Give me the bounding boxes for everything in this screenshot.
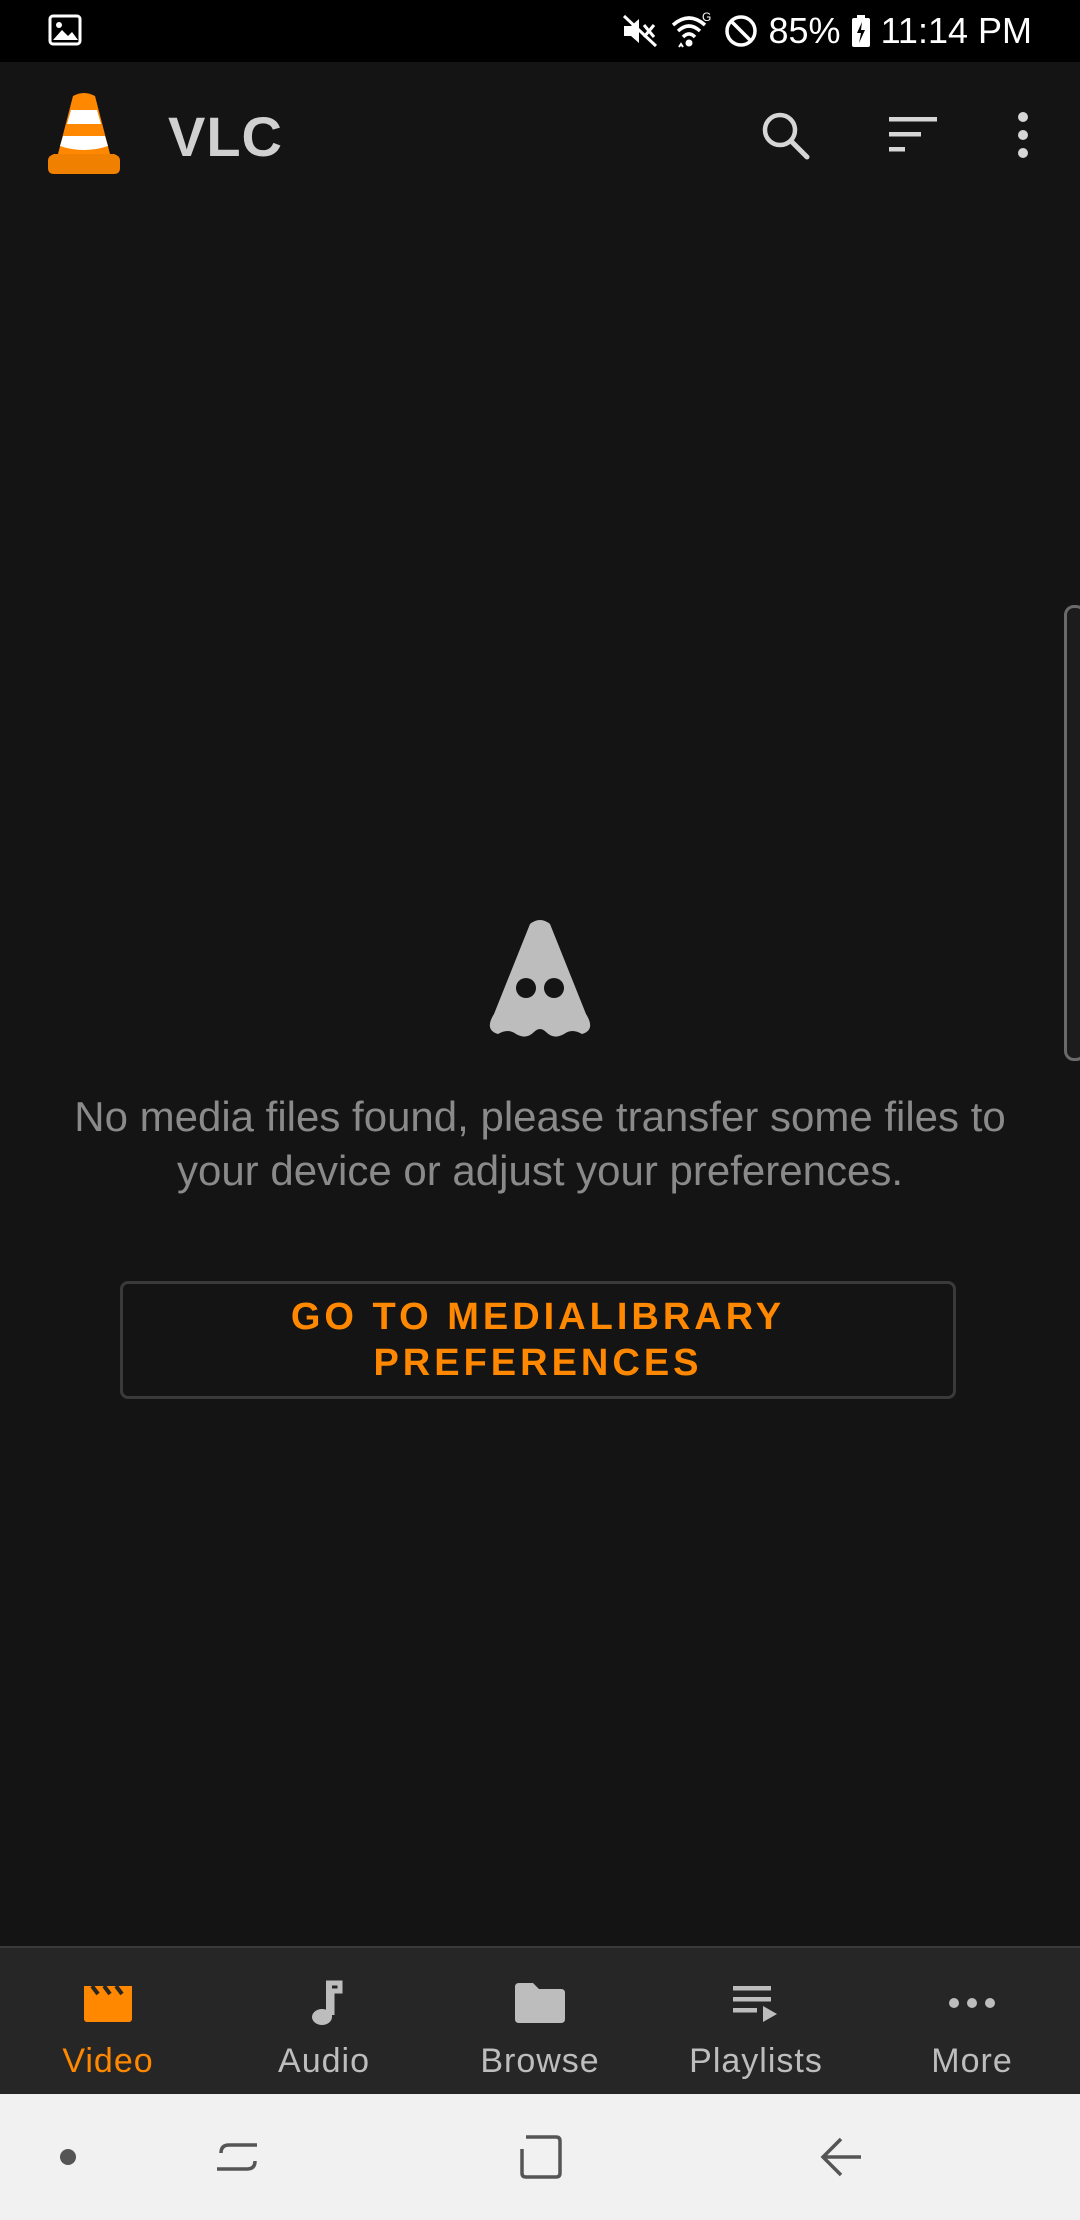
more-vert-icon [1015,111,1031,164]
empty-ghost-cone-icon [478,918,602,1040]
status-bar: G 85% 11:14 PM [0,0,1080,62]
music-note-icon [296,1978,352,2028]
nav-label-audio: Audio [278,2042,370,2080]
folder-icon [512,1978,568,2028]
vlc-logo-icon [44,92,124,176]
search-icon [759,109,811,166]
nav-item-video[interactable]: Video [0,1948,216,2096]
clock: 11:14 PM [880,10,1032,51]
pref-button-label-line1: GO TO MEDIALIBRARY [290,1296,786,1338]
nav-item-playlists[interactable]: Playlists [648,1948,864,2096]
nav-label-browse: Browse [480,2042,600,2080]
scroll-handle[interactable] [1064,605,1080,1061]
nav-item-browse[interactable]: Browse [432,1948,648,2096]
status-icons: G 85% 11:14 PM [621,0,1032,62]
battery-percent: 85% [768,10,841,51]
back-icon[interactable] [812,2127,872,2187]
wifi-icon: G [669,11,713,51]
sort-button[interactable] [878,102,948,172]
empty-message: No media files found, please transfer so… [74,1093,1006,1194]
nav-item-audio[interactable]: Audio [216,1948,432,2096]
nav-label-playlists: Playlists [689,2042,823,2080]
bottom-navigation: Video Audio Browse Playlists More [0,1946,1080,2096]
playlist-icon [728,1978,784,2028]
nav-label-video: Video [62,2042,154,2080]
gallery-icon [48,14,82,46]
nav-label-more: More [931,2042,1013,2080]
app-title: VLC [168,105,283,168]
recents-icon[interactable] [208,2127,268,2187]
video-clapper-icon [80,1978,136,2028]
screen: G 85% 11:14 PM VLC No media files found,… [0,0,1080,2220]
nav-item-more[interactable]: More [864,1948,1080,2096]
search-button[interactable] [750,102,820,172]
do-not-disturb-icon [723,13,759,49]
mute-icon [621,14,659,48]
svg-text:G: G [702,11,711,24]
system-navigation-bar [0,2094,1080,2220]
sort-icon [887,115,939,160]
dot-indicator [38,2127,98,2187]
pref-button-label: GO TO MEDIALIBRARY PREFERENCES [291,1294,785,1386]
home-icon[interactable] [510,2127,570,2187]
go-to-medialibrary-preferences-button[interactable]: GO TO MEDIALIBRARY PREFERENCES [120,1281,956,1399]
pref-button-label-line2: PREFERENCES [373,1342,703,1384]
app-bar: VLC [0,62,1080,212]
battery-charging-icon [851,14,871,48]
more-horiz-icon [944,1978,1000,2028]
overflow-menu-button[interactable] [988,102,1058,172]
